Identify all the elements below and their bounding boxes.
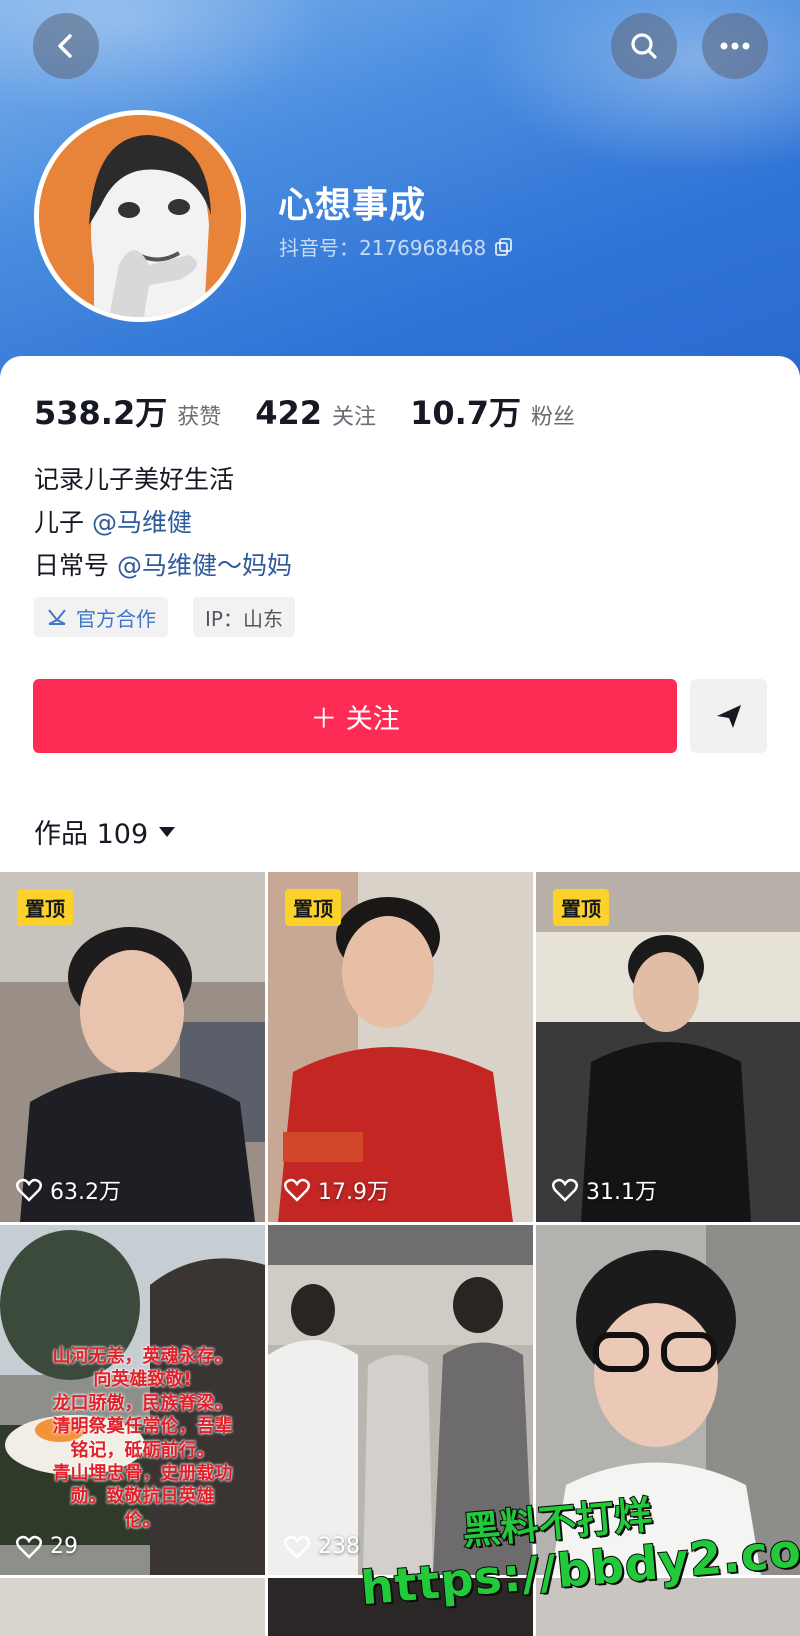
video-likes: 63.2万 bbox=[16, 1174, 121, 1206]
video-caption-overlay: 山河无恙，英魂永存。 向英雄致敬! 龙口骄傲，民族脊梁。 清明祭奠任常伦，吾辈 … bbox=[30, 1345, 255, 1532]
official-cooperation-label: 官方合作 bbox=[76, 606, 156, 631]
video-likes: 31.1万 bbox=[552, 1174, 657, 1206]
likes-count: 538.2万 bbox=[34, 394, 168, 432]
video-likes-count: 29 bbox=[50, 1534, 78, 1559]
caption-line: 龙口骄傲，民族脊梁。 bbox=[52, 1392, 233, 1414]
video-tile[interactable]: 置顶 17.9万 bbox=[268, 872, 533, 1222]
caret-down-icon bbox=[159, 826, 176, 837]
mention-mom[interactable]: @马维健～妈妈 bbox=[117, 551, 292, 580]
caption-line: 青山埋忠骨，史册载功 bbox=[52, 1462, 233, 1484]
pinned-badge: 置顶 bbox=[553, 889, 609, 926]
douyin-id-text: 抖音号：2176968468 bbox=[279, 236, 487, 260]
bio-daily-label: 日常号 bbox=[34, 551, 110, 580]
caption-line: 向英雄致敬! bbox=[93, 1369, 192, 1391]
caption-line: 勋。致敬抗日英雄 bbox=[70, 1486, 215, 1508]
send-icon bbox=[716, 705, 741, 728]
following-label[interactable]: 关注 bbox=[332, 399, 376, 431]
official-cooperation-tag[interactable]: 官方合作 bbox=[34, 597, 168, 637]
nickname: 心想事成 bbox=[278, 185, 427, 226]
mention-son[interactable]: @马维健 bbox=[92, 508, 192, 537]
works-tab-label: 作品 109 bbox=[34, 819, 149, 850]
video-tile[interactable] bbox=[0, 1578, 265, 1636]
followers-label[interactable]: 粉丝 bbox=[531, 399, 575, 431]
ip-location-tag: IP：山东 bbox=[193, 597, 295, 637]
video-likes-count: 31.1万 bbox=[586, 1180, 657, 1205]
search-button[interactable] bbox=[611, 13, 677, 79]
video-tile[interactable]: 置顶 63.2万 bbox=[0, 872, 265, 1222]
heart-icon bbox=[16, 1178, 42, 1202]
pinned-badge: 置顶 bbox=[17, 889, 73, 926]
bio-line-2: 儿子 @马维健 bbox=[34, 503, 192, 539]
video-likes-count: 63.2万 bbox=[50, 1180, 121, 1205]
chevron-left-icon bbox=[58, 34, 72, 58]
video-likes: 29 bbox=[16, 1534, 78, 1559]
works-tab[interactable]: 作品 109 bbox=[34, 812, 176, 851]
caption-line: 清明祭奠任常伦，吾辈 bbox=[52, 1416, 233, 1438]
stats-row: 538.2万 获赞 422 关注 10.7万 粉丝 bbox=[34, 388, 575, 434]
copy-icon[interactable] bbox=[494, 237, 514, 257]
bio-son-label: 儿子 bbox=[34, 508, 85, 537]
heart-icon bbox=[284, 1535, 310, 1559]
caption-line: 山河无恙，英魂永存。 bbox=[52, 1346, 233, 1367]
video-tile[interactable]: 置顶 31.1万 bbox=[536, 872, 800, 1222]
video-likes: 238 bbox=[284, 1534, 360, 1559]
caption-line: 伦。 bbox=[124, 1509, 161, 1531]
douyin-id[interactable]: 抖音号：2176968468 bbox=[279, 232, 514, 261]
more-button[interactable] bbox=[702, 13, 768, 79]
video-likes: 17.9万 bbox=[284, 1174, 389, 1206]
pinned-badge: 置顶 bbox=[285, 889, 341, 926]
more-icon bbox=[720, 42, 750, 50]
follow-button[interactable]: ＋ 关注 bbox=[33, 679, 677, 753]
search-icon bbox=[631, 33, 657, 59]
video-likes-count: 17.9万 bbox=[318, 1180, 389, 1205]
video-likes-count: 238 bbox=[318, 1534, 360, 1559]
heart-icon bbox=[16, 1535, 42, 1559]
star-map-icon bbox=[48, 609, 66, 625]
bio-line-3: 日常号 @马维健～妈妈 bbox=[34, 546, 292, 582]
followers-count[interactable]: 10.7万 bbox=[410, 388, 521, 434]
likes-label: 获赞 bbox=[177, 405, 222, 430]
share-button[interactable] bbox=[690, 679, 767, 753]
following-count[interactable]: 422 bbox=[255, 394, 322, 432]
back-button[interactable] bbox=[33, 13, 99, 79]
caption-line: 铭记，砥砺前行。 bbox=[70, 1439, 215, 1461]
bio-line-1: 记录儿子美好生活 bbox=[34, 465, 235, 494]
avatar-image bbox=[39, 115, 241, 317]
heart-icon bbox=[552, 1178, 578, 1202]
heart-icon bbox=[284, 1178, 310, 1202]
avatar[interactable] bbox=[34, 110, 246, 322]
